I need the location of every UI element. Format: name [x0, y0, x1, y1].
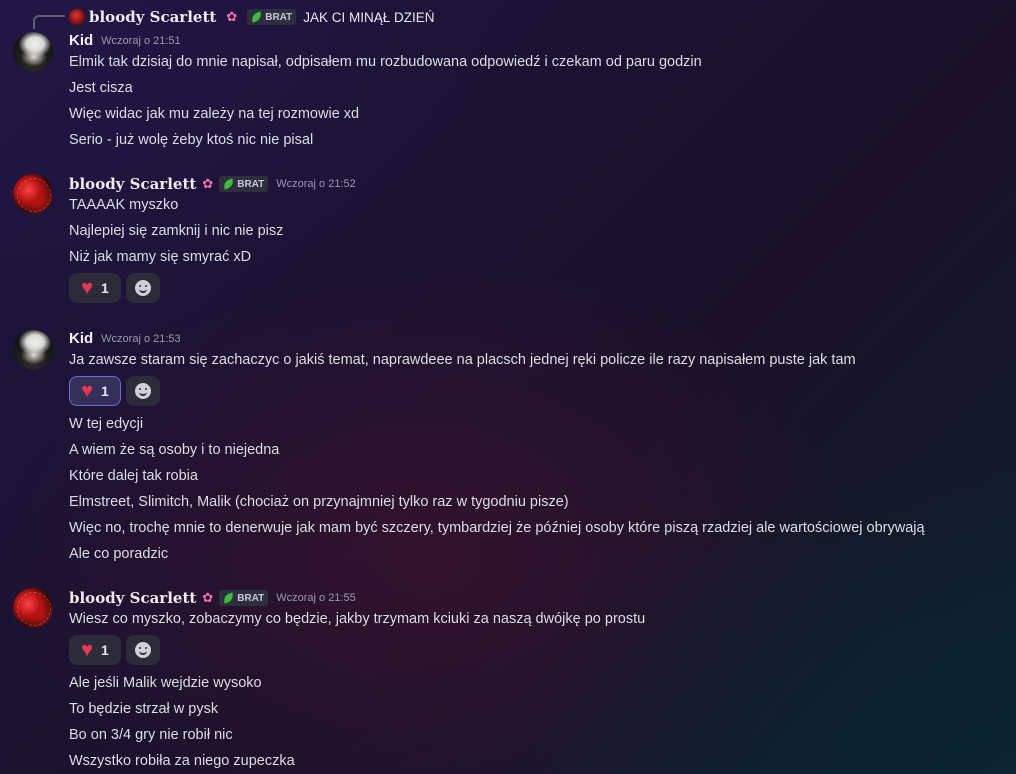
timestamp[interactable]: Wczoraj o 21:52: [276, 178, 355, 190]
cherry-blossom-icon: ✿: [202, 590, 214, 605]
reply-context[interactable]: bloody Scarlett ✿ BRAT JAK CI MINĄŁ DZIE…: [33, 7, 435, 29]
message-line: A wiem że są osoby i to niejedna: [69, 442, 280, 458]
message-line: Wiesz co myszko, zobaczymy co będzie, ja…: [69, 611, 646, 627]
role-tag[interactable]: BRAT: [219, 176, 269, 192]
reaction-heart[interactable]: ♥ 1: [69, 273, 121, 303]
reactions-bar: ♥ 1: [69, 376, 160, 406]
author-name[interactable]: bloody Scarlett: [69, 589, 196, 607]
reply-spine: [33, 15, 65, 29]
cherry-blossom-icon: ✿: [226, 9, 238, 24]
message-line: Elmik tak dzisiaj do mnie napisał, odpis…: [69, 54, 702, 70]
message-line: To będzie strzał w pysk: [69, 701, 219, 717]
message-line: Ale co poradzic: [69, 546, 169, 562]
message-line: Więc no, trochę mnie to denerwuje jak ma…: [69, 520, 925, 536]
author-name[interactable]: Kid: [69, 330, 93, 347]
message-line: Niż jak mamy się smyrać xD: [69, 249, 252, 265]
heart-icon: ♥: [81, 639, 94, 661]
role-label: BRAT: [265, 11, 293, 23]
message-line: Elmstreet, Slimitch, Malik (chociaż on p…: [69, 494, 569, 510]
reactions-bar: ♥ 1: [69, 635, 160, 665]
add-reaction-button[interactable]: [126, 273, 160, 303]
message-line: Bo on 3/4 gry nie robił nic: [69, 727, 233, 743]
cherry-blossom-icon: ✿: [202, 176, 214, 191]
role-tag[interactable]: BRAT: [247, 9, 297, 25]
message-line: Które dalej tak robia: [69, 468, 198, 484]
message-line: Jest cisza: [69, 80, 133, 96]
reactions-bar: ♥ 1: [69, 273, 160, 303]
message-line: Wszystko robiła za niego zupeczka: [69, 753, 295, 769]
avatar[interactable]: [13, 32, 53, 72]
avatar[interactable]: [13, 588, 53, 628]
reaction-heart[interactable]: ♥ 1: [69, 635, 121, 665]
message-line: Ale jeśli Malik wejdzie wysoko: [69, 675, 262, 691]
timestamp[interactable]: Wczoraj o 21:53: [101, 333, 180, 345]
role-label: BRAT: [237, 592, 265, 604]
author-name[interactable]: bloody Scarlett: [69, 175, 196, 193]
avatar[interactable]: [69, 9, 85, 25]
leaf-icon: [250, 11, 264, 23]
smile-icon: [135, 642, 151, 658]
add-reaction-button[interactable]: [126, 376, 160, 406]
leaf-icon: [222, 592, 236, 604]
reply-text[interactable]: JAK CI MINĄŁ DZIEŃ: [303, 10, 434, 25]
heart-icon: ♥: [81, 380, 94, 402]
avatar[interactable]: [13, 174, 53, 214]
reaction-count: 1: [101, 383, 109, 399]
smile-icon: [135, 280, 151, 296]
role-label: BRAT: [237, 178, 265, 190]
message-line: Najlepiej się zamknij i nic nie pisz: [69, 223, 284, 239]
message-line: Serio - już wolę żeby ktoś nic nie pisal: [69, 132, 314, 148]
message-line: TAAAAK myszko: [69, 197, 179, 213]
reaction-count: 1: [101, 642, 109, 658]
add-reaction-button[interactable]: [126, 635, 160, 665]
message-line: Ja zawsze staram się zachaczyc o jakiś t…: [69, 352, 856, 368]
role-tag[interactable]: BRAT: [219, 590, 269, 606]
timestamp[interactable]: Wczoraj o 21:51: [101, 35, 180, 47]
smile-icon: [135, 383, 151, 399]
reaction-count: 1: [101, 280, 109, 296]
message-line: Więc widac jak mu zależy na tej rozmowie…: [69, 106, 360, 122]
reply-author[interactable]: bloody Scarlett: [89, 8, 216, 26]
reaction-heart[interactable]: ♥ 1: [69, 376, 121, 406]
heart-icon: ♥: [81, 277, 94, 299]
timestamp[interactable]: Wczoraj o 21:55: [276, 592, 355, 604]
message-line: W tej edycji: [69, 416, 144, 432]
leaf-icon: [222, 178, 236, 190]
author-name[interactable]: Kid: [69, 32, 93, 49]
avatar[interactable]: [13, 330, 53, 370]
